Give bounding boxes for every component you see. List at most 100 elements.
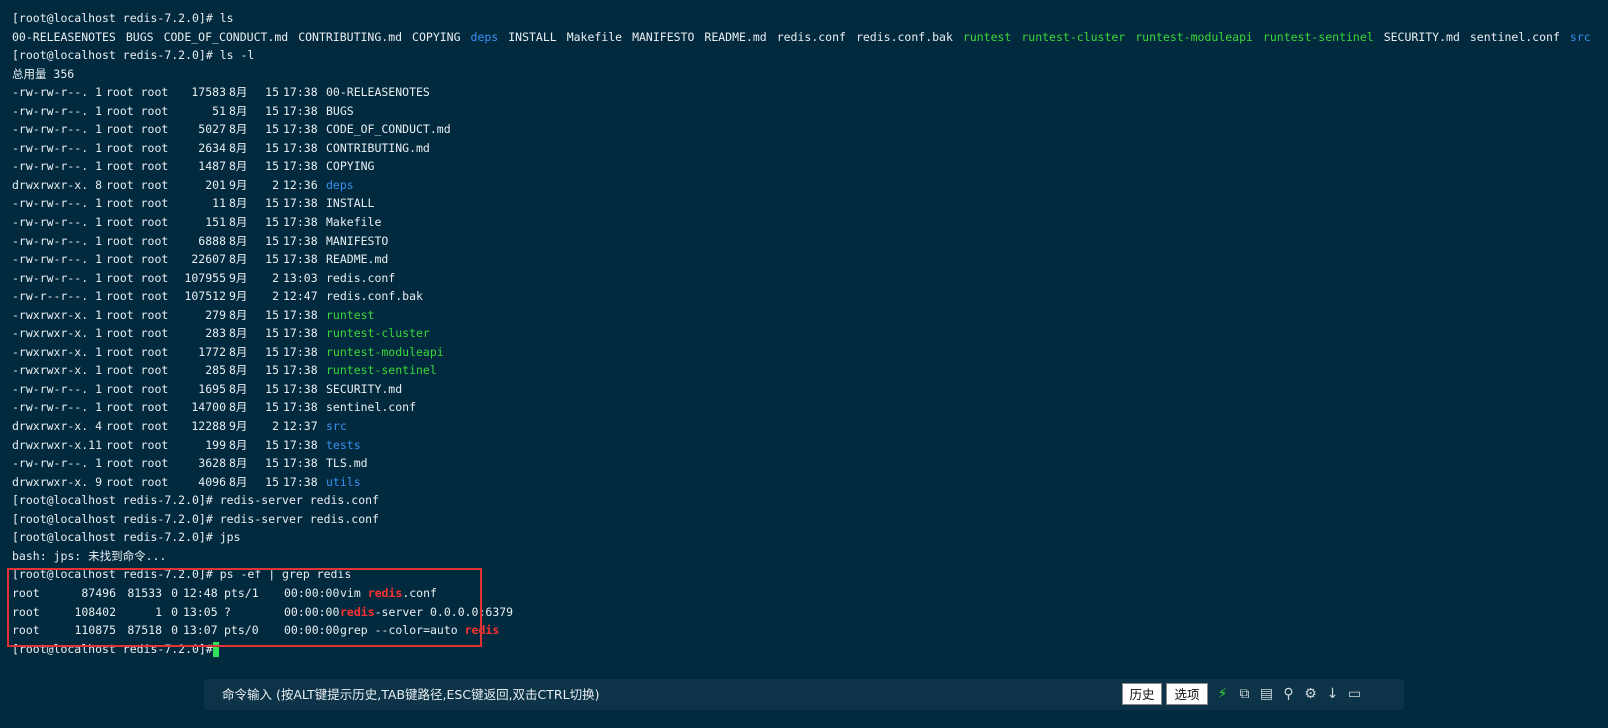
file-permissions: -rw-rw-r--. bbox=[12, 215, 89, 230]
ls-l-row: -rw-rw-r--. 1 root root 5027 8月 15 17:38 CODE_O… bbox=[12, 120, 1592, 139]
file-name: BUGS bbox=[326, 103, 354, 118]
file-day: 15 bbox=[265, 326, 279, 341]
file-day: 2 bbox=[272, 177, 279, 192]
window-icon[interactable]: ▭ bbox=[1346, 685, 1363, 703]
ls-l-row: -rw-rw-r--. 1 root root 22607 8月 15 17:38 READM… bbox=[12, 250, 1592, 269]
file-permissions: drwxrwxr-x. bbox=[12, 474, 89, 489]
file-time: 12:36 bbox=[283, 177, 318, 192]
ls-l-row: -rw-rw-r--. 1 root root 11 8月 15 17:38 INSTALL bbox=[12, 194, 1592, 213]
file-day: 15 bbox=[265, 437, 279, 452]
file-day: 15 bbox=[265, 252, 279, 267]
file-size: 107512 bbox=[184, 289, 226, 304]
file-size: 12288 bbox=[191, 419, 226, 434]
file-time: 17:38 bbox=[283, 344, 318, 359]
file-month: 8月 bbox=[229, 233, 248, 248]
file-day: 15 bbox=[265, 215, 279, 230]
file-owner: root root bbox=[106, 289, 169, 304]
file-time: 17:38 bbox=[283, 85, 318, 100]
file-day: 15 bbox=[265, 122, 279, 137]
file-time: 17:38 bbox=[283, 307, 318, 322]
link-count: 1 bbox=[95, 215, 102, 230]
file-owner: root root bbox=[106, 85, 169, 100]
file-day: 15 bbox=[265, 307, 279, 322]
file-owner: root root bbox=[106, 437, 169, 452]
options-button[interactable]: 选项 bbox=[1166, 683, 1208, 705]
link-count: 1 bbox=[95, 289, 102, 304]
file-owner: root root bbox=[106, 307, 169, 322]
ls-l-row: -rw-rw-r--. 1 root root 51 8月 15 17:38 BUGS bbox=[12, 102, 1592, 121]
link-count: 1 bbox=[95, 233, 102, 248]
file-name: MANIFESTO bbox=[326, 233, 389, 248]
file-owner: root root bbox=[106, 233, 169, 248]
file-month: 8月 bbox=[229, 140, 248, 155]
ls-entry: COPYING bbox=[412, 29, 461, 44]
ls-entry: BUGS bbox=[125, 29, 154, 44]
file-month: 8月 bbox=[229, 456, 248, 471]
paste-icon[interactable]: ▤ bbox=[1258, 685, 1275, 703]
file-permissions: -rw-rw-r--. bbox=[12, 159, 89, 174]
ls-entry: MANIFESTO bbox=[632, 29, 695, 44]
file-owner: root root bbox=[106, 400, 169, 415]
copy-icon[interactable]: ⧉ bbox=[1236, 685, 1253, 703]
file-month: 8月 bbox=[229, 307, 248, 322]
file-month: 8月 bbox=[229, 474, 248, 489]
download-icon[interactable]: ↓ bbox=[1324, 685, 1341, 703]
file-time: 17:38 bbox=[283, 456, 318, 471]
file-name: COPYING bbox=[326, 159, 375, 174]
prompt-line-redis-server-2: [root@localhost redis-7.2.0]# redis-serv… bbox=[12, 510, 1592, 529]
link-count: 1 bbox=[95, 400, 102, 415]
file-day: 15 bbox=[265, 196, 279, 211]
command-input-hint[interactable]: 命令输入 (按ALT键提示历史,TAB键路径,ESC键返回,双击CTRL切换) bbox=[222, 679, 599, 710]
command-input-bar[interactable]: 命令输入 (按ALT键提示历史,TAB键路径,ESC键返回,双击CTRL切换) … bbox=[204, 679, 1404, 710]
ls-entry: sentinel.conf bbox=[1469, 29, 1560, 44]
file-day: 15 bbox=[265, 344, 279, 359]
ls-entry: src bbox=[1569, 29, 1591, 44]
file-permissions: -rw-rw-r--. bbox=[12, 103, 89, 118]
search-icon[interactable]: ⚲ bbox=[1280, 685, 1297, 703]
file-day: 2 bbox=[272, 289, 279, 304]
ls-l-row: drwxrwxr-x. 8 root root 201 9月 2 12:36 deps bbox=[12, 176, 1592, 195]
gear-icon[interactable]: ⚙ bbox=[1302, 685, 1319, 703]
file-month: 8月 bbox=[229, 196, 248, 211]
lightning-icon[interactable]: ⚡ bbox=[1214, 685, 1231, 703]
file-size: 283 bbox=[205, 326, 226, 341]
file-name: tests bbox=[326, 437, 361, 452]
link-count: 8 bbox=[95, 177, 102, 192]
file-month: 8月 bbox=[229, 400, 248, 415]
file-size: 1487 bbox=[198, 159, 226, 174]
file-month: 8月 bbox=[229, 363, 248, 378]
terminal-output[interactable]: [root@localhost redis-7.2.0]# ls 00-RELE… bbox=[12, 9, 1592, 658]
ls-entry: CODE_OF_CONDUCT.md bbox=[163, 29, 289, 44]
file-month: 8月 bbox=[229, 344, 248, 359]
file-owner: root root bbox=[106, 103, 169, 118]
file-month: 8月 bbox=[229, 252, 248, 267]
ls-l-row: -rw-r--r--. 1 root root 107512 9月 2 12:47 redis… bbox=[12, 287, 1592, 306]
file-name: utils bbox=[326, 474, 361, 489]
ls-entry: deps bbox=[470, 29, 499, 44]
file-month: 8月 bbox=[229, 159, 248, 174]
link-count: 1 bbox=[95, 326, 102, 341]
file-month: 8月 bbox=[229, 103, 248, 118]
file-time: 17:38 bbox=[283, 326, 318, 341]
ls-l-row: drwxrwxr-x. 9 root root 4096 8月 15 17:38 utils bbox=[12, 473, 1592, 492]
ls-entry: runtest-sentinel bbox=[1262, 29, 1374, 44]
file-month: 9月 bbox=[229, 270, 248, 285]
file-day: 15 bbox=[265, 103, 279, 118]
ls-l-row: -rw-rw-r--. 1 root root 1695 8月 15 17:38 SECURI… bbox=[12, 380, 1592, 399]
file-permissions: -rwxrwxr-x. bbox=[12, 307, 89, 322]
file-day: 15 bbox=[265, 363, 279, 378]
prompt: [root@localhost redis-7.2.0]# bbox=[12, 511, 213, 526]
link-count: 1 bbox=[95, 270, 102, 285]
history-button[interactable]: 历史 bbox=[1122, 683, 1162, 705]
file-permissions: -rw-rw-r--. bbox=[12, 122, 89, 137]
file-time: 17:38 bbox=[283, 140, 318, 155]
file-name: INSTALL bbox=[326, 196, 375, 211]
file-name: 00-RELEASENOTES bbox=[326, 85, 430, 100]
file-permissions: -rw-r--r--. bbox=[12, 289, 89, 304]
link-count: 1 bbox=[95, 252, 102, 267]
file-owner: root root bbox=[106, 159, 169, 174]
ls-l-row: -rwxrwxr-x. 1 root root 285 8月 15 17:38 runtest… bbox=[12, 361, 1592, 380]
file-owner: root root bbox=[106, 252, 169, 267]
file-size: 4096 bbox=[198, 474, 226, 489]
file-time: 17:38 bbox=[283, 233, 318, 248]
